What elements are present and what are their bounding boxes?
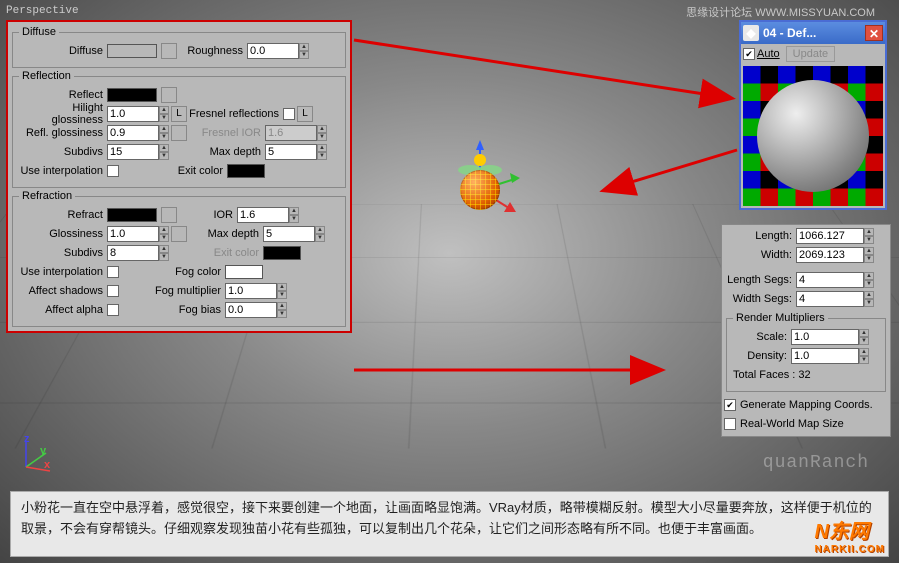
spinner-up[interactable]: ▲ (299, 43, 309, 51)
width-label: Width: (724, 249, 796, 261)
material-preview-sphere (757, 80, 869, 192)
reflect-map-button[interactable] (161, 87, 177, 103)
reflect-color-swatch[interactable] (107, 88, 157, 102)
fogcolor-swatch[interactable] (225, 265, 263, 279)
refr-subdivs-input[interactable] (107, 245, 159, 261)
vray-material-panel: Diffuse Diffuse Roughness ▲▼ Reflection … (6, 20, 352, 333)
refr-gloss-label: Glossiness (19, 228, 107, 240)
width-segs-input[interactable] (796, 291, 864, 307)
refr-maxdepth-label: Max depth (187, 228, 263, 240)
refr-subdivs-label: Subdivs (19, 247, 107, 259)
refl-useinterp-checkbox[interactable] (107, 165, 119, 177)
refr-maxdepth-input[interactable] (263, 226, 315, 242)
site-logo: N东网NARKII.COM (814, 515, 885, 555)
fogmult-input[interactable] (225, 283, 277, 299)
scene-flower-object[interactable] (440, 140, 520, 220)
affect-shadows-label: Affect shadows (19, 285, 107, 297)
fresnel-checkbox[interactable] (283, 108, 295, 120)
render-multipliers-group: Render Multipliers Scale: ▲▼ Density: ▲▼… (726, 312, 886, 392)
diffuse-label: Diffuse (19, 45, 107, 57)
fogcolor-label: Fog color (119, 266, 225, 278)
refr-gloss-map-button[interactable] (171, 226, 187, 242)
roughness-label: Roughness (177, 45, 247, 57)
affect-alpha-checkbox[interactable] (107, 304, 119, 316)
length-label: Length: (724, 230, 796, 242)
fogbias-input[interactable] (225, 302, 277, 318)
roughness-input[interactable] (247, 43, 299, 59)
width-input[interactable] (796, 247, 864, 263)
refl-exitcolor-label: Exit color (119, 165, 227, 177)
fogmult-label: Fog multiplier (119, 285, 225, 297)
refr-gloss-input[interactable] (107, 226, 159, 242)
real-world-checkbox[interactable] (724, 418, 736, 430)
scale-input[interactable] (791, 329, 859, 345)
diffuse-group: Diffuse Diffuse Roughness ▲▼ (12, 26, 346, 68)
spinner-down[interactable]: ▼ (299, 51, 309, 59)
refraction-group: Refraction Refract IOR ▲▼ Glossiness ▲▼ … (12, 190, 346, 327)
diffuse-map-button[interactable] (161, 43, 177, 59)
axis-gizmo: zyx (16, 433, 56, 473)
width-segs-label: Width Segs: (724, 293, 796, 305)
material-preview-window[interactable]: ◆ 04 - Def... ✕ Auto Update (739, 20, 887, 210)
refr-useinterp-label: Use interpolation (19, 266, 107, 278)
refract-label: Refract (19, 209, 107, 221)
reflection-legend: Reflection (19, 70, 74, 82)
refr-useinterp-checkbox[interactable] (107, 266, 119, 278)
window-titlebar[interactable]: ◆ 04 - Def... ✕ (741, 22, 885, 44)
refract-map-button[interactable] (161, 207, 177, 223)
refract-color-swatch[interactable] (107, 208, 157, 222)
plane-properties-panel: Length: ▲▼ Width: ▲▼ Length Segs: ▲▼ Wid… (721, 224, 891, 437)
auto-checkbox[interactable] (743, 48, 755, 60)
ior-input[interactable] (237, 207, 289, 223)
refraction-legend: Refraction (19, 190, 75, 202)
density-label: Density: (733, 350, 791, 362)
length-segs-input[interactable] (796, 272, 864, 288)
hilight-lock-button[interactable]: L (171, 106, 187, 122)
refl-gloss-input[interactable] (107, 125, 159, 141)
fresnel-label: Fresnel reflections (187, 108, 283, 120)
refl-exitcolor-swatch[interactable] (227, 164, 265, 178)
refl-subdivs-label: Subdivs (19, 146, 107, 158)
fresnel-lock-button[interactable]: L (297, 106, 313, 122)
reflection-group: Reflection Reflect Hilight glossiness ▲▼… (12, 70, 346, 188)
watermark-text: 思缘设计论坛 WWW.MISSYUAN.COM (686, 4, 875, 20)
tutorial-caption: 小粉花一直在空中悬浮着，感觉很空，接下来要创建一个地面，让画面略显饱满。VRay… (10, 491, 889, 557)
render-mult-legend: Render Multipliers (733, 312, 828, 324)
gen-mapping-label: Generate Mapping Coords. (740, 399, 873, 411)
refr-exitcolor-swatch[interactable] (263, 246, 301, 260)
reflect-label: Reflect (19, 89, 107, 101)
fresnel-ior-input (265, 125, 317, 141)
total-faces-label: Total Faces : 32 (733, 369, 815, 381)
affect-alpha-label: Affect alpha (19, 304, 107, 316)
fogbias-label: Fog bias (119, 304, 225, 316)
refl-useinterp-label: Use interpolation (19, 165, 107, 177)
fresnel-ior-label: Fresnel IOR (187, 127, 265, 139)
refl-gloss-map-button[interactable] (171, 125, 187, 141)
affect-shadows-checkbox[interactable] (107, 285, 119, 297)
refl-maxdepth-label: Max depth (169, 146, 265, 158)
hilight-gloss-input[interactable] (107, 106, 159, 122)
window-title: 04 - Def... (763, 26, 816, 40)
watermark-author: quanRanch (763, 453, 869, 473)
vray-icon: ◆ (743, 25, 759, 41)
ior-label: IOR (177, 209, 237, 221)
scale-label: Scale: (733, 331, 791, 343)
real-world-label: Real-World Map Size (740, 418, 844, 430)
length-segs-label: Length Segs: (724, 274, 796, 286)
auto-label: Auto (757, 48, 780, 60)
hilight-gloss-label: Hilight glossiness (19, 102, 107, 126)
refl-subdivs-input[interactable] (107, 144, 159, 160)
length-input[interactable] (796, 228, 864, 244)
refl-maxdepth-input[interactable] (265, 144, 317, 160)
density-input[interactable] (791, 348, 859, 364)
refr-exitcolor-label: Exit color (169, 247, 263, 259)
material-preview-checker (743, 66, 883, 206)
gen-mapping-checkbox[interactable] (724, 399, 736, 411)
viewport-label: Perspective (6, 5, 79, 17)
diffuse-color-swatch[interactable] (107, 44, 157, 58)
update-button[interactable]: Update (786, 46, 835, 62)
close-button[interactable]: ✕ (865, 25, 883, 41)
diffuse-legend: Diffuse (19, 26, 59, 38)
refl-gloss-label: Refl. glossiness (19, 127, 107, 139)
